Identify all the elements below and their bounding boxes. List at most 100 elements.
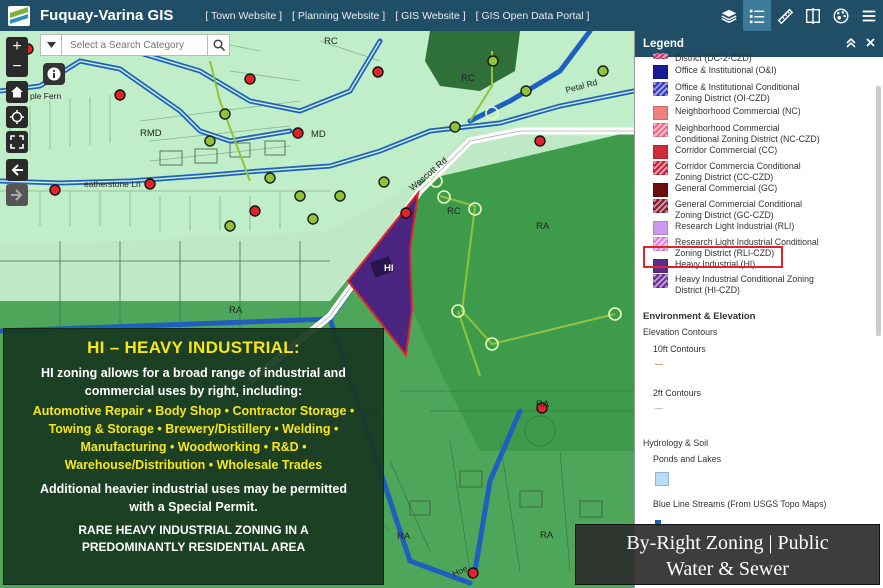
legend-swatch	[653, 65, 668, 79]
zoom-control: + −	[6, 37, 28, 77]
layers-tool[interactable]	[715, 0, 743, 31]
basemap-tool[interactable]	[827, 0, 855, 31]
map-nav-controls	[6, 81, 28, 209]
next-extent-button[interactable]	[6, 184, 28, 206]
street-label-maple: ple Fern	[30, 91, 62, 101]
swipe-icon	[805, 7, 821, 24]
legend-item: Heavy Industrial Conditional Zoning Dist…	[653, 274, 825, 295]
legend-swatch	[653, 123, 668, 137]
town-logo-icon	[8, 5, 30, 26]
legend-item-label: District (DC-2-CZD)	[675, 53, 752, 63]
zone-label-md: MD	[311, 129, 326, 140]
legend-item: General Commercial Conditional Zoning Di…	[653, 199, 825, 220]
ponds-lakes-swatch	[655, 472, 669, 486]
legend-swatch	[653, 106, 668, 120]
info-icon	[47, 67, 61, 81]
search-icon	[212, 39, 225, 51]
gis-open-data-portal-link[interactable]: [ GIS Open Data Portal ]	[476, 10, 590, 22]
legend-item-label: Neighborhood Commercial (NC)	[675, 106, 801, 116]
elevation-contours-title: Elevation Contours	[643, 327, 718, 337]
caret-down-icon	[46, 42, 56, 48]
double-chevron-up-icon	[846, 37, 856, 48]
legend-item-label: Corridor Commercial (CC)	[675, 145, 778, 155]
legend-item: District (DC-2-CZD)	[653, 53, 752, 64]
legend-item-label: Corridor Commercia Conditional Zoning Di…	[675, 161, 801, 182]
search-button[interactable]	[208, 34, 230, 56]
locate-icon	[10, 110, 24, 124]
search-input[interactable]	[62, 34, 208, 56]
legend-swatch	[653, 82, 668, 96]
toolbar	[715, 0, 883, 31]
zone-label-hi: HI	[384, 263, 394, 274]
legend-swatch	[653, 199, 668, 213]
measure-tool[interactable]	[771, 0, 799, 31]
legend-item-label: Office & Institutional Conditional Zonin…	[675, 82, 800, 103]
ten-ft-contour-swatch	[655, 364, 663, 365]
gis-website-link[interactable]: [ GIS Website ]	[395, 10, 465, 22]
legend-list-icon	[749, 9, 765, 23]
legend-collapse-button[interactable]	[846, 37, 856, 51]
legend-scrollbar[interactable]	[876, 86, 881, 336]
app-title: Fuquay-Varina GIS	[40, 7, 174, 24]
locate-button[interactable]	[6, 106, 28, 128]
zone-label-rc: RC	[447, 206, 461, 217]
zoom-in-button[interactable]: +	[6, 37, 28, 57]
zone-label-ra: RA	[536, 221, 550, 232]
legend-close-button[interactable]	[866, 38, 875, 50]
home-icon	[11, 86, 23, 98]
street-label-featherstone: eatherstone Ln	[84, 179, 141, 189]
by-right-zoning-banner: By-Right Zoning | Public Water & Sewer	[575, 524, 880, 585]
callout-title: HI – HEAVY INDUSTRIAL:	[87, 338, 300, 357]
legend-item: General Commercial (GC)	[653, 183, 777, 197]
legend-item: Office & Institutional Conditional Zonin…	[653, 82, 825, 103]
app-header: Fuquay-Varina GIS [ Town Website ] [ Pla…	[0, 0, 883, 31]
legend-tool[interactable]	[743, 0, 771, 31]
fullscreen-button[interactable]	[6, 131, 28, 153]
ten-ft-contours-label: 10ft Contours	[653, 344, 706, 354]
zone-label-rc: RC	[461, 73, 475, 84]
planning-website-link[interactable]: [ Planning Website ]	[292, 10, 385, 22]
banner-line-1: By-Right Zoning | Public	[626, 532, 829, 554]
heavy-industrial-callout: HI – HEAVY INDUSTRIAL: HI zoning allows …	[3, 328, 384, 585]
callout-rare-zoning-note: RARE HEAVY INDUSTRIAL ZONING IN A PREDOM…	[78, 523, 309, 554]
menu-tool[interactable]	[855, 0, 883, 31]
menu-icon	[862, 10, 876, 21]
callout-permitted-uses: Automotive Repair • Body Shop • Contract…	[32, 404, 355, 472]
zone-label-ra: RA	[397, 531, 411, 542]
heavy-industrial-highlight	[643, 246, 783, 268]
legend-item: Research Light Industrial (RLI)	[653, 221, 794, 235]
callout-special-permit-note: Additional heavier industrial uses may b…	[39, 482, 348, 514]
legend-swatch	[653, 53, 668, 59]
zone-label-ra: RA	[540, 530, 554, 541]
legend-item: Neighborhood Commercial (NC)	[653, 106, 801, 120]
ruler-icon	[777, 8, 794, 24]
fullscreen-icon	[10, 135, 24, 149]
town-website-link[interactable]: [ Town Website ]	[205, 10, 282, 22]
zoom-out-button[interactable]: −	[6, 57, 28, 77]
blue-line-streams-label: Blue Line Streams (From USGS Topo Maps)	[653, 499, 827, 509]
two-ft-contours-label: 2ft Contours	[653, 388, 701, 398]
info-button[interactable]	[43, 63, 65, 85]
legend-item: Corridor Commercia Conditional Zoning Di…	[653, 161, 825, 182]
hydrology-section-title: Hydrology & Soil	[643, 438, 709, 448]
search-category-dropdown[interactable]	[40, 34, 62, 56]
legend-item-label: General Commercial (GC)	[675, 183, 778, 193]
legend-item-label: Neighborhood Commercial Conditional Zoni…	[675, 123, 820, 144]
legend-swatch	[653, 274, 668, 288]
header-links: [ Town Website ] [ Planning Website ] [ …	[205, 10, 589, 22]
zone-label-rmd: RMD	[140, 128, 162, 139]
basemap-palette-icon	[833, 8, 849, 23]
legend-item: Office & Institutional (O&I)	[653, 65, 777, 79]
callout-intro: HI zoning allows for a broad range of in…	[41, 366, 346, 398]
legend-swatch	[653, 161, 668, 175]
legend-item: Corridor Commercial (CC)	[653, 145, 777, 159]
close-icon	[866, 38, 875, 47]
legend-item-label: Heavy Industrial Conditional Zoning Dist…	[675, 274, 814, 295]
previous-extent-button[interactable]	[6, 159, 28, 181]
home-button[interactable]	[6, 81, 28, 103]
layers-icon	[721, 9, 737, 23]
zone-label-ra: RA	[229, 305, 243, 316]
swipe-tool[interactable]	[799, 0, 827, 31]
legend-item: Neighborhood Commercial Conditional Zoni…	[653, 123, 825, 144]
legend-item-label: General Commercial Conditional Zoning Di…	[675, 199, 803, 220]
